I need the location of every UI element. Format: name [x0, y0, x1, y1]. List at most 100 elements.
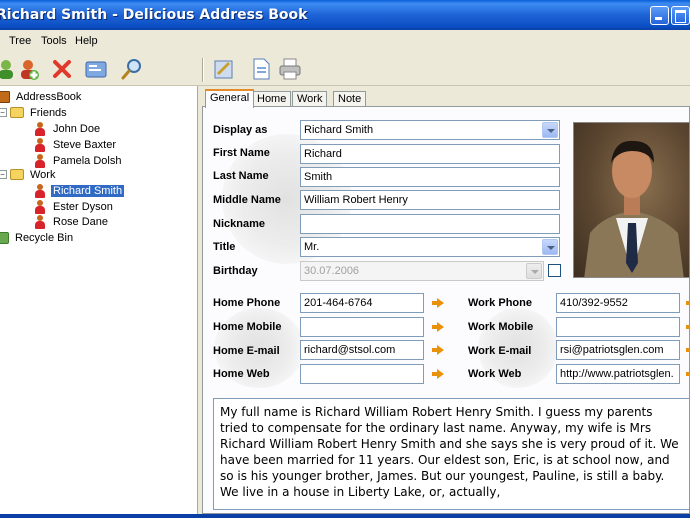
tree-item-richard-smith[interactable]: Richard Smith [34, 183, 125, 198]
tree-group-friends[interactable]: − Friends [0, 105, 69, 120]
arrow-right-icon[interactable] [432, 298, 444, 308]
tab-note[interactable]: Note [333, 91, 367, 107]
address-tree[interactable]: AddressBook − Friends John Doe Steve Bax… [0, 86, 198, 514]
home-phone-field[interactable]: 201-464-6764 [300, 293, 424, 313]
home-web-field[interactable] [300, 364, 424, 384]
arrow-right-icon[interactable] [432, 322, 444, 332]
tree-group-work[interactable]: − Work [0, 167, 57, 182]
search-button[interactable] [120, 57, 144, 81]
contact-label: Pamela Dolsh [53, 154, 122, 167]
home-web-label: Home Web [213, 368, 270, 380]
window-bottom-border [0, 514, 690, 518]
nickname-label: Nickname [213, 218, 265, 230]
first-name-label: First Name [213, 147, 270, 159]
collapse-toggle-icon[interactable]: − [0, 170, 7, 179]
tree-root-label: AddressBook [16, 90, 82, 103]
first-name-field[interactable]: Richard [300, 144, 560, 164]
tree-item-rose-dane[interactable]: Rose Dane [34, 214, 110, 229]
contact-photo[interactable] [573, 122, 690, 278]
home-mobile-field[interactable] [300, 317, 424, 337]
nickname-field[interactable] [300, 214, 560, 234]
page-icon [253, 58, 270, 80]
contact-label: Rose Dane [53, 215, 109, 228]
tab-general[interactable]: General [205, 89, 255, 108]
menu-tree[interactable]: Tree [9, 35, 31, 47]
work-email-field[interactable]: rsi@patriotsglen.com [556, 340, 680, 360]
title-value: Mr. [304, 241, 320, 253]
maximize-button[interactable] [671, 6, 690, 25]
home-phone-label: Home Phone [213, 297, 281, 309]
contact-label: Richard Smith [51, 184, 125, 197]
last-name-field[interactable]: Smith [300, 167, 560, 187]
arrow-right-icon[interactable] [686, 298, 690, 308]
middle-name-label: Middle Name [213, 194, 281, 206]
card-icon [85, 61, 107, 78]
contact-icon [34, 153, 46, 168]
chevron-down-icon[interactable] [526, 263, 542, 279]
birthday-picker[interactable]: 30.07.2006 [300, 261, 544, 281]
person-photo-icon [584, 140, 684, 277]
arrow-right-icon[interactable] [686, 345, 690, 355]
middle-name-field[interactable]: William Robert Henry [300, 190, 560, 210]
tab-home[interactable]: Home [252, 91, 292, 107]
minimize-button[interactable] [650, 6, 669, 25]
work-web-label: Work Web [468, 368, 522, 380]
edit-icon [214, 60, 233, 79]
work-phone-field[interactable]: 410/392-9552 [556, 293, 680, 313]
toolbar [0, 52, 690, 86]
recycle-bin-label: Recycle Bin [15, 231, 74, 244]
contact-label: John Doe [53, 122, 101, 135]
add-group-icon [21, 60, 39, 80]
card-button[interactable] [84, 57, 108, 81]
tree-item-ester-dyson[interactable]: Ester Dyson [34, 199, 115, 214]
tree-item-pamela-dolsh[interactable]: Pamela Dolsh [34, 153, 123, 168]
tree-root[interactable]: AddressBook [0, 89, 83, 104]
contact-icon [34, 214, 46, 229]
birthday-label: Birthday [213, 265, 258, 277]
edit-button[interactable] [212, 57, 236, 81]
title-select[interactable]: Mr. [300, 237, 560, 257]
display-as-value: Richard Smith [304, 124, 374, 136]
tree-item-steve-baxter[interactable]: Steve Baxter [34, 137, 118, 152]
menu-bar: Tree Tools Help [0, 30, 690, 52]
address-book-icon [0, 90, 10, 103]
work-email-label: Work E-mail [468, 345, 532, 357]
contact-icon [34, 199, 46, 214]
tree-item-john-doe[interactable]: John Doe [34, 121, 102, 136]
birthday-checkbox[interactable] [548, 264, 561, 277]
contact-icon [34, 121, 46, 136]
title-bar: Richard Smith - Delicious Address Book [0, 0, 690, 30]
tree-recycle-bin[interactable]: Recycle Bin [0, 230, 75, 245]
folder-icon [10, 107, 24, 118]
last-name-label: Last Name [213, 170, 269, 182]
contact-label: Ester Dyson [53, 200, 113, 213]
chevron-down-icon[interactable] [542, 122, 558, 138]
home-email-field[interactable]: richard@stsol.com [300, 340, 424, 360]
arrow-right-icon[interactable] [686, 369, 690, 379]
arrow-right-icon[interactable] [432, 369, 444, 379]
delete-button[interactable] [50, 57, 74, 81]
chevron-down-icon[interactable] [542, 239, 558, 255]
tab-work[interactable]: Work [292, 91, 328, 107]
group-label: Friends [30, 106, 67, 119]
contact-label: Steve Baxter [53, 138, 116, 151]
menu-tools[interactable]: Tools [41, 35, 67, 47]
work-web-field[interactable]: http://www.patriotsglen. [556, 364, 680, 384]
display-as-select[interactable]: Richard Smith [300, 120, 560, 140]
print-button[interactable] [278, 57, 302, 81]
title-label: Title [213, 241, 236, 253]
menu-help[interactable]: Help [75, 35, 98, 47]
toolbar-separator [202, 58, 204, 82]
page-button[interactable] [249, 57, 273, 81]
notes-textarea[interactable]: My full name is Richard William Robert H… [213, 398, 690, 510]
contact-icon [34, 137, 46, 152]
work-mobile-field[interactable] [556, 317, 680, 337]
birthday-value: 30.07.2006 [304, 265, 360, 277]
folder-icon [10, 169, 24, 180]
group-label: Work [30, 168, 56, 181]
arrow-right-icon[interactable] [686, 322, 690, 332]
add-group-button[interactable] [16, 57, 40, 81]
recycle-bin-icon [0, 231, 9, 244]
arrow-right-icon[interactable] [432, 345, 444, 355]
collapse-toggle-icon[interactable]: − [0, 108, 7, 117]
